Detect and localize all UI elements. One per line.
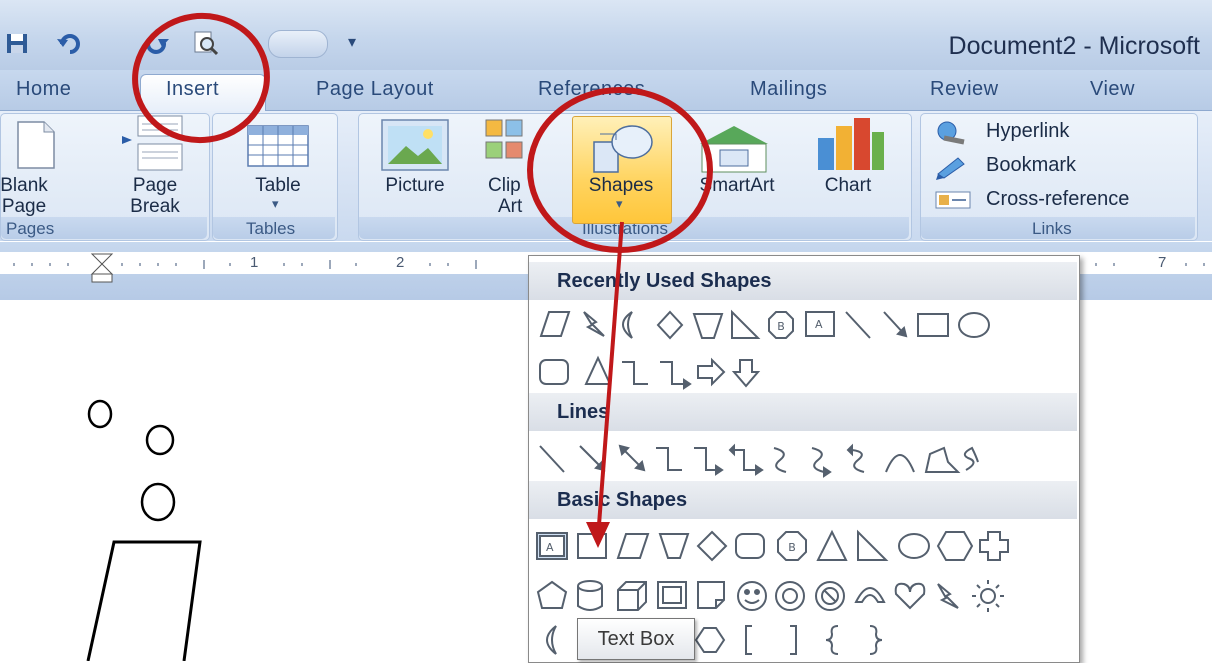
redo-icon[interactable] — [144, 30, 170, 56]
group-links-label: Links — [1032, 219, 1072, 238]
picture-button[interactable]: Picture — [370, 175, 460, 196]
chart-icon — [818, 118, 884, 170]
bookmark-icon — [936, 157, 965, 180]
blank-page-button[interactable]: Blank Page — [0, 175, 48, 217]
section-lines-header — [529, 393, 1077, 431]
save-icon[interactable] — [4, 30, 30, 56]
tab-view[interactable]: View — [1090, 78, 1135, 101]
document-drawing — [86, 399, 202, 661]
table-icon — [247, 125, 309, 167]
print-preview-icon[interactable] — [192, 30, 218, 56]
tab-home[interactable]: Home — [16, 78, 71, 101]
hyperlink-icon — [937, 121, 965, 145]
chart-button[interactable]: Chart — [806, 175, 890, 196]
hyperlink-button[interactable]: Hyperlink — [986, 120, 1069, 143]
group-pages-label: Pages — [6, 219, 55, 238]
page-break-button[interactable]: Page Break — [116, 175, 194, 217]
page-break-icon — [122, 115, 183, 171]
tab-page-layout[interactable]: Page Layout — [316, 78, 434, 101]
smartart-icon — [700, 126, 768, 173]
table-dropdown-icon: ▾ — [272, 196, 279, 211]
group-tables-label: Tables — [246, 219, 296, 238]
section-lines-title: Lines — [557, 401, 610, 423]
section-recently-used-title: Recently Used Shapes — [557, 270, 772, 292]
section-basic-shapes-title: Basic Shapes — [557, 489, 688, 511]
qat-dropdown-icon[interactable]: ▾ — [348, 32, 356, 52]
tab-insert[interactable]: Insert — [166, 78, 219, 101]
picture-icon — [381, 119, 449, 171]
undo-icon[interactable] — [56, 30, 82, 56]
qat-customize-button[interactable] — [268, 30, 328, 58]
cross-reference-button[interactable]: Cross-reference — [986, 188, 1129, 211]
window-title: Document2 - Microsoft — [948, 32, 1200, 60]
tab-references[interactable]: References — [538, 78, 645, 101]
shapes-icon — [593, 125, 653, 173]
clip-art-icon — [485, 119, 523, 159]
smartart-button[interactable]: SmartArt — [682, 175, 792, 196]
tab-review[interactable]: Review — [930, 78, 999, 101]
clip-art-button[interactable]: Clip Art — [488, 175, 538, 217]
ruler-mark-7: 7 — [1158, 254, 1167, 271]
shapes-label: Shapes — [588, 175, 654, 196]
bookmark-button[interactable]: Bookmark — [986, 154, 1076, 177]
ruler-mark-1: 1 — [250, 254, 259, 271]
ruler-mark-2: 2 — [396, 254, 405, 271]
shapes-dropdown-icon: ▾ — [616, 196, 623, 211]
table-button[interactable]: Table — [246, 175, 310, 196]
tab-mailings[interactable]: Mailings — [750, 78, 827, 101]
shapes-gallery — [528, 255, 1080, 663]
tooltip-text-box: Text Box — [577, 618, 695, 660]
cross-reference-icon — [935, 191, 971, 209]
blank-page-icon — [17, 121, 55, 169]
